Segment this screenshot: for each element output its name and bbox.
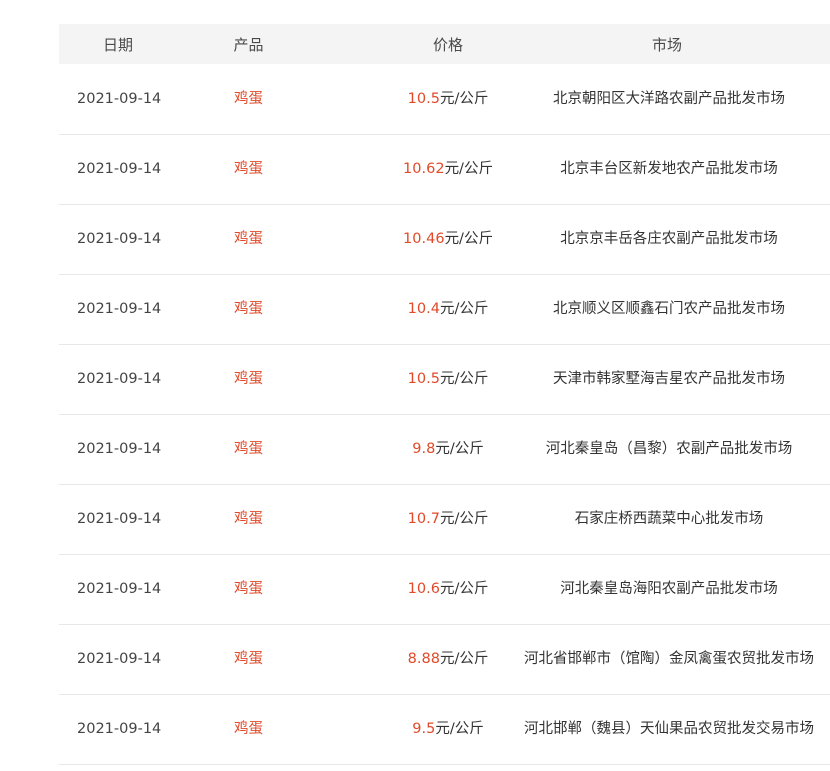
row-price-value: 9.8 <box>412 441 436 457</box>
price-table-container: 日期 产品 价格 市场 2021-09-14 鸡蛋 10.5元/公斤 北京朝阳区… <box>59 24 830 765</box>
row-market: 河北省邯郸市（馆陶）金凤禽蛋农贸批发市场 <box>524 651 814 667</box>
table-body: 2021-09-14 鸡蛋 10.5元/公斤 北京朝阳区大洋路农副产品批发市场 … <box>59 64 830 764</box>
row-date: 2021-09-14 <box>77 581 162 597</box>
row-market: 北京丰台区新发地农产品批发市场 <box>560 161 778 177</box>
row-date: 2021-09-14 <box>77 721 162 737</box>
row-product[interactable]: 鸡蛋 <box>177 484 392 554</box>
egg-price-table: 日期 产品 价格 市场 2021-09-14 鸡蛋 10.5元/公斤 北京朝阳区… <box>59 24 830 765</box>
row-price: 10.4元/公斤 <box>392 274 504 344</box>
row-price-value: 10.6 <box>407 581 440 597</box>
row-market: 河北秦皇岛（昌黎）农副产品批发市场 <box>545 441 793 457</box>
row-price-unit: 元/公斤 <box>439 90 489 107</box>
row-price: 10.5元/公斤 <box>392 64 504 134</box>
row-price: 9.5元/公斤 <box>392 694 504 764</box>
row-price-value: 10.5 <box>407 371 440 387</box>
row-price-unit: 元/公斤 <box>444 231 493 247</box>
table-row: 2021-09-14 鸡蛋 8.88元/公斤 河北省邯郸市（馆陶）金凤禽蛋农贸批… <box>59 624 830 694</box>
row-price-value: 9.5 <box>412 721 436 737</box>
row-market: 石家庄桥西蔬菜中心批发市场 <box>574 511 764 527</box>
row-price-value: 10.7 <box>407 511 440 527</box>
row-product[interactable]: 鸡蛋 <box>177 554 392 624</box>
header-product: 产品 <box>233 35 264 54</box>
row-price-unit: 元/公斤 <box>444 161 493 177</box>
row-price-value: 8.88 <box>407 651 440 667</box>
row-price: 10.62元/公斤 <box>392 134 504 204</box>
row-product[interactable]: 鸡蛋 <box>177 134 392 204</box>
table-row: 2021-09-14 鸡蛋 10.46元/公斤 北京京丰岳各庄农副产品批发市场 <box>59 204 830 274</box>
row-price-unit: 元/公斤 <box>439 301 489 317</box>
table-row: 2021-09-14 鸡蛋 9.8元/公斤 河北秦皇岛（昌黎）农副产品批发市场 <box>59 414 830 484</box>
row-date: 2021-09-14 <box>77 301 162 317</box>
row-market: 北京京丰岳各庄农副产品批发市场 <box>560 231 778 247</box>
row-date: 2021-09-14 <box>77 90 162 107</box>
row-date: 2021-09-14 <box>77 441 162 457</box>
row-date: 2021-09-14 <box>77 161 162 177</box>
row-price: 10.5元/公斤 <box>392 344 504 414</box>
row-market: 河北邯郸（魏县）天仙果品农贸批发交易市场 <box>524 721 814 737</box>
row-price-value: 10.4 <box>407 301 440 317</box>
row-date: 2021-09-14 <box>77 371 162 387</box>
row-price-unit: 元/公斤 <box>439 511 489 527</box>
row-price: 10.7元/公斤 <box>392 484 504 554</box>
row-date: 2021-09-14 <box>77 651 162 667</box>
row-product[interactable]: 鸡蛋 <box>177 274 392 344</box>
table-header: 日期 产品 价格 市场 <box>59 24 830 64</box>
row-price: 10.46元/公斤 <box>392 204 504 274</box>
table-row: 2021-09-14 鸡蛋 10.5元/公斤 天津市韩家墅海吉星农产品批发市场 <box>59 344 830 414</box>
row-price-unit: 元/公斤 <box>439 581 489 597</box>
row-price: 9.8元/公斤 <box>392 414 504 484</box>
header-price: 价格 <box>432 35 463 54</box>
row-date: 2021-09-14 <box>77 511 162 527</box>
row-price: 10.6元/公斤 <box>392 554 504 624</box>
row-date: 2021-09-14 <box>77 231 162 247</box>
header-market: 市场 <box>651 35 682 54</box>
row-price-value: 10.62 <box>403 161 445 177</box>
row-price-unit: 元/公斤 <box>439 651 489 667</box>
row-product[interactable]: 鸡蛋 <box>177 624 392 694</box>
header-row: 日期 产品 价格 市场 <box>59 24 830 64</box>
row-product[interactable]: 鸡蛋 <box>177 204 392 274</box>
row-price-unit: 元/公斤 <box>439 371 489 387</box>
row-price-unit: 元/公斤 <box>435 441 484 457</box>
table-row: 2021-09-14 鸡蛋 10.7元/公斤 石家庄桥西蔬菜中心批发市场 <box>59 484 830 554</box>
row-product[interactable]: 鸡蛋 <box>177 344 392 414</box>
row-price-unit: 元/公斤 <box>435 721 484 737</box>
row-market: 北京朝阳区大洋路农副产品批发市场 <box>553 90 785 107</box>
row-market: 天津市韩家墅海吉星农产品批发市场 <box>553 371 785 387</box>
row-product[interactable]: 鸡蛋 <box>177 694 392 764</box>
table-row: 2021-09-14 鸡蛋 10.5元/公斤 北京朝阳区大洋路农副产品批发市场 <box>59 64 830 134</box>
row-price-value: 10.5 <box>407 90 440 107</box>
header-date: 日期 <box>102 35 133 54</box>
row-price-value: 10.46 <box>403 231 445 247</box>
row-market: 北京顺义区顺鑫石门农产品批发市场 <box>553 301 785 317</box>
row-price: 8.88元/公斤 <box>392 624 504 694</box>
table-row: 2021-09-14 鸡蛋 9.5元/公斤 河北邯郸（魏县）天仙果品农贸批发交易… <box>59 694 830 764</box>
table-row: 2021-09-14 鸡蛋 10.62元/公斤 北京丰台区新发地农产品批发市场 <box>59 134 830 204</box>
table-row: 2021-09-14 鸡蛋 10.4元/公斤 北京顺义区顺鑫石门农产品批发市场 <box>59 274 830 344</box>
row-product[interactable]: 鸡蛋 <box>177 64 392 134</box>
row-product[interactable]: 鸡蛋 <box>177 414 392 484</box>
table-row: 2021-09-14 鸡蛋 10.6元/公斤 河北秦皇岛海阳农副产品批发市场 <box>59 554 830 624</box>
row-market: 河北秦皇岛海阳农副产品批发市场 <box>560 581 778 597</box>
